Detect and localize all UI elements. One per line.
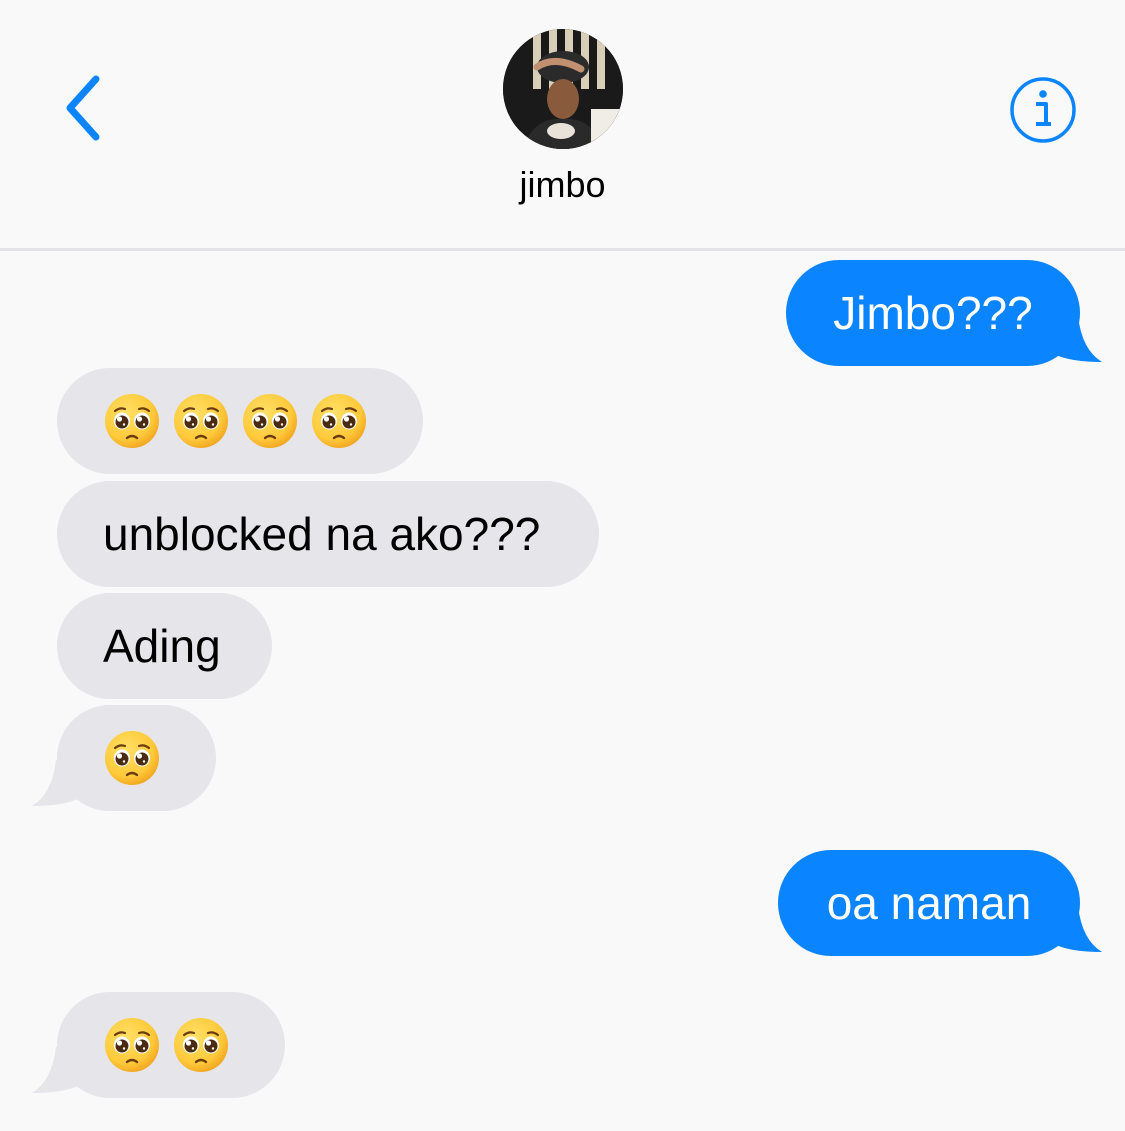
message-text: Jimbo???	[833, 287, 1033, 339]
message-bubble-outgoing[interactable]: Jimbo???	[786, 260, 1080, 366]
info-button[interactable]	[1009, 76, 1077, 144]
pleading-face-emoji	[103, 729, 161, 787]
pleading-face-emoji	[103, 392, 161, 450]
back-button[interactable]	[52, 68, 112, 148]
message-text: Ading	[103, 620, 221, 672]
message-bubble-incoming[interactable]: unblocked na ako???	[57, 481, 599, 587]
bubble-tail	[32, 1047, 94, 1093]
message-text: unblocked na ako???	[103, 508, 541, 560]
info-circle-icon	[1010, 77, 1076, 143]
bubble-tail	[1040, 906, 1102, 952]
message-bubble-incoming[interactable]	[57, 368, 423, 474]
pleading-face-emoji	[310, 392, 368, 450]
bubble-tail	[32, 760, 94, 806]
pleading-face-emoji	[172, 1016, 230, 1074]
contact-avatar[interactable]	[503, 29, 623, 149]
message-bubble-outgoing[interactable]: oa naman	[778, 850, 1080, 956]
conversation-screen: jimbo Jimbo??? unblocked na ako??? Ading	[0, 0, 1125, 1131]
pleading-face-emoji	[172, 392, 230, 450]
conversation-header: jimbo	[0, 0, 1125, 251]
pleading-face-emoji	[103, 1016, 161, 1074]
bubble-tail	[1040, 316, 1102, 362]
contact-name[interactable]: jimbo	[0, 164, 1125, 206]
message-bubble-incoming[interactable]: Ading	[57, 593, 272, 699]
message-text: oa naman	[826, 877, 1032, 929]
avatar-photo	[503, 29, 623, 149]
chevron-left-icon	[66, 75, 100, 141]
pleading-face-emoji	[241, 392, 299, 450]
